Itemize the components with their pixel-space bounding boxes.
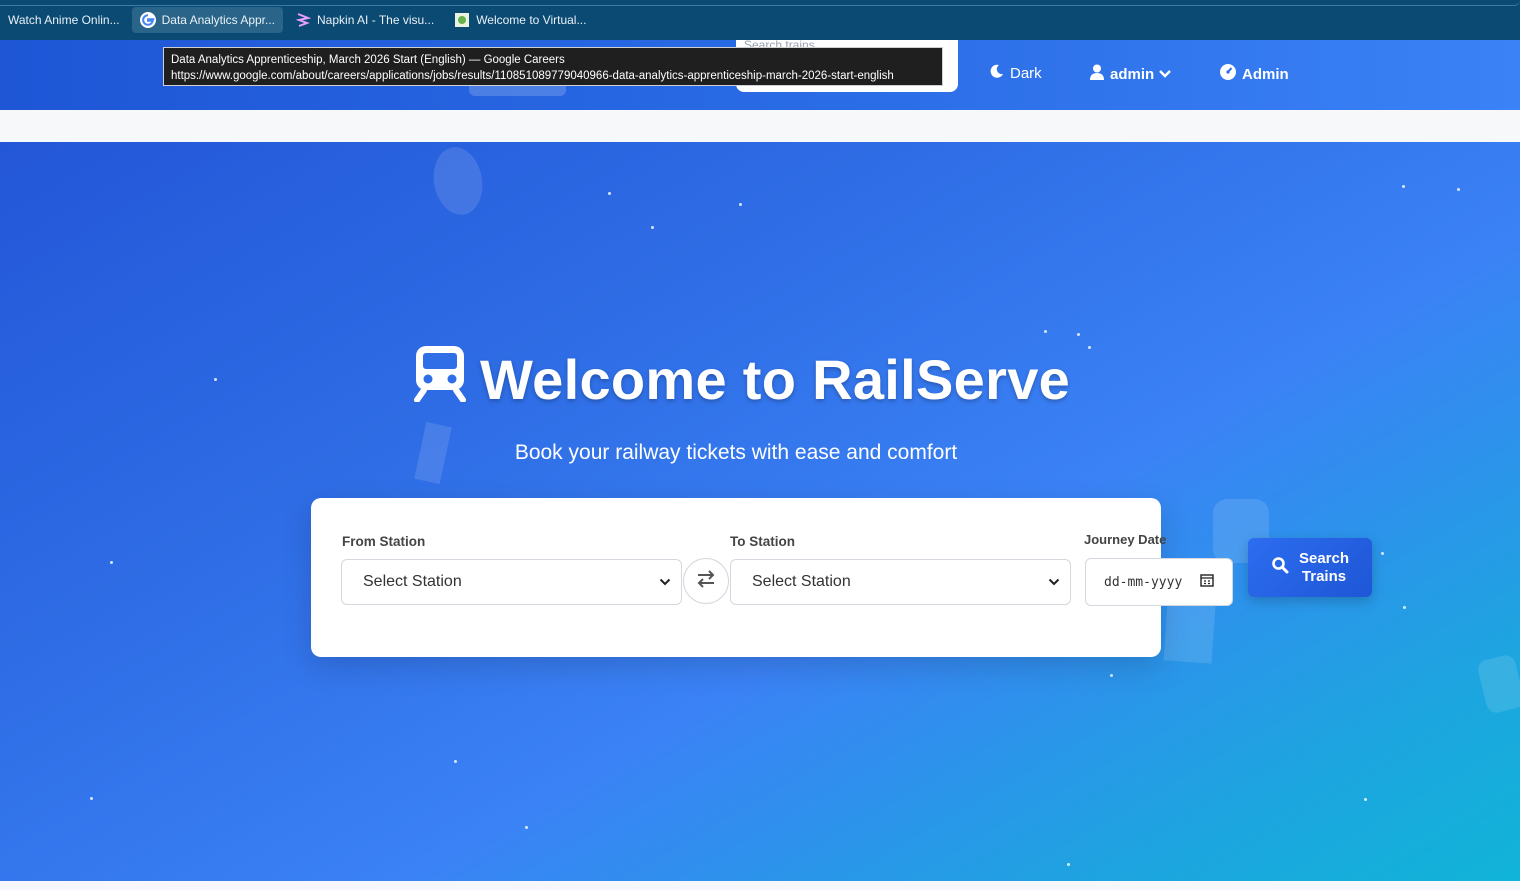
train-icon: [414, 344, 466, 415]
star-dot: [651, 226, 654, 229]
bookmark-data-analytics[interactable]: Data Analytics Appr...: [131, 7, 284, 33]
to-station-select[interactable]: Select Station: [730, 559, 1071, 605]
bookmarks-bar: Watch Anime Onlin... Data Analytics Appr…: [0, 0, 1520, 40]
from-station-select[interactable]: Select Station: [341, 559, 682, 605]
search-button-label: Search Trains: [1299, 550, 1349, 586]
chevron-down-icon: [659, 573, 671, 591]
star-dot: [739, 203, 742, 206]
page-spacer: [0, 110, 1520, 142]
dashboard-gauge-icon: [1220, 64, 1242, 84]
bookmark-virtual[interactable]: Welcome to Virtual...: [446, 7, 594, 33]
journey-date-input[interactable]: dd-mm-yyyy: [1085, 558, 1233, 606]
star-dot: [608, 192, 611, 195]
admin-dashboard-link[interactable]: Admin: [1220, 64, 1289, 84]
user-menu-button[interactable]: admin: [1090, 64, 1178, 84]
to-station-label: To Station: [730, 534, 795, 549]
bookmark-napkin[interactable]: Napkin AI - The visu...: [287, 7, 442, 33]
hero-title-text: Welcome to RailServe: [480, 348, 1071, 411]
bookmark-anime[interactable]: Watch Anime Onlin...: [0, 7, 128, 33]
calendar-icon[interactable]: [1200, 573, 1214, 591]
search-form-card: From Station Select Station To Station S…: [311, 498, 1161, 657]
page-title: Welcome to RailServe: [414, 344, 1070, 415]
star-dot: [90, 797, 93, 800]
search-icon: [1271, 556, 1289, 579]
date-placeholder: dd-mm-yyyy: [1104, 574, 1183, 590]
star-dot: [454, 760, 457, 763]
tooltip-url: https://www.google.com/about/careers/app…: [171, 70, 894, 82]
theme-toggle-button[interactable]: Dark: [990, 64, 1042, 82]
star-dot: [1067, 863, 1070, 866]
star-dot: [1077, 333, 1080, 336]
star-dot: [1110, 674, 1113, 677]
swap-stations-button[interactable]: [683, 558, 729, 604]
decor-shape: [1476, 653, 1520, 715]
star-dot: [1403, 606, 1406, 609]
journey-date-label: Journey Date: [1084, 532, 1167, 547]
search-button-line1: Search: [1298, 549, 1350, 567]
virtual-site-icon: [454, 12, 470, 28]
browser-frame-edge: [0, 0, 1520, 6]
star-dot: [214, 378, 217, 381]
chevron-down-icon: [1158, 66, 1178, 83]
bookmark-label: Napkin AI - The visu...: [317, 13, 435, 27]
user-icon: [1090, 64, 1110, 84]
bookmark-label: Data Analytics Appr...: [161, 13, 276, 27]
star-dot: [1457, 188, 1460, 191]
admin-link-label: Admin: [1242, 65, 1289, 83]
decor-blob: [428, 143, 488, 219]
napkin-icon: [295, 12, 312, 28]
bookmark-label: Welcome to Virtual...: [476, 13, 587, 27]
hero-subtitle: Book your railway tickets with ease and …: [514, 441, 958, 464]
theme-toggle-label: Dark: [1010, 64, 1042, 82]
tooltip-title: Data Analytics Apprenticeship, March 202…: [171, 54, 565, 66]
swap-arrows-icon: [696, 569, 716, 593]
from-station-value: Select Station: [363, 573, 462, 590]
to-station-value: Select Station: [752, 573, 851, 590]
star-dot: [525, 826, 528, 829]
google-g-icon: [139, 12, 156, 28]
hero-section: Welcome to RailServe Book your railway t…: [0, 142, 1520, 881]
star-dot: [110, 561, 113, 564]
chevron-down-icon: [1048, 573, 1060, 591]
search-button-line2: Trains: [1301, 567, 1347, 585]
star-dot: [1364, 798, 1367, 801]
link-tooltip: Data Analytics Apprenticeship, March 202…: [163, 47, 943, 86]
star-dot: [1402, 185, 1405, 188]
search-trains-button[interactable]: Search Trains: [1248, 538, 1372, 597]
star-dot: [1381, 552, 1384, 555]
star-dot: [1044, 330, 1047, 333]
bookmark-label: Watch Anime Onlin...: [8, 13, 120, 27]
user-menu-label: admin: [1110, 65, 1155, 83]
star-dot: [1088, 346, 1091, 349]
moon-icon: [990, 64, 1010, 82]
from-station-label: From Station: [342, 534, 426, 549]
